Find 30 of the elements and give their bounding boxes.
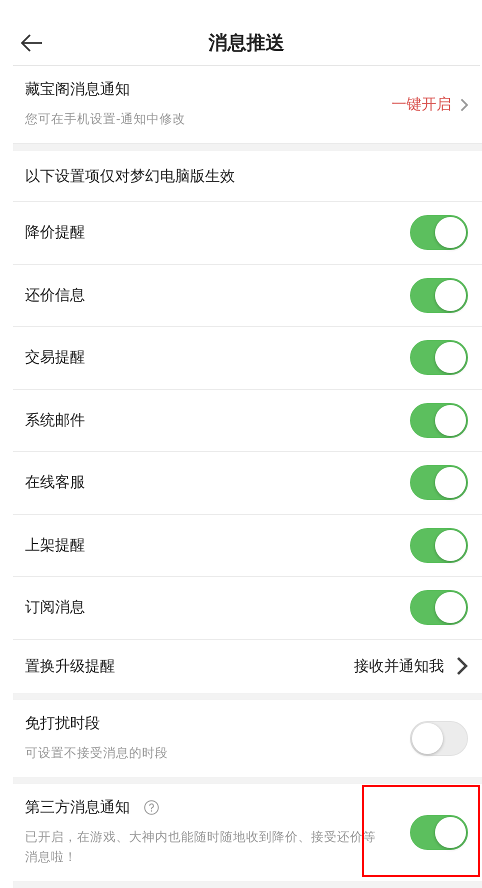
setting-title: 免打扰时段 [25,714,100,732]
setting-label: 系统邮件 [25,410,85,430]
setting-title: 第三方消息通知 [25,798,130,816]
setting-label: 置换升级提醒 [25,656,115,676]
toggle-switch[interactable] [410,814,468,850]
setting-description: 您可在手机设置-通知中修改 [25,110,186,128]
setting-value-link[interactable]: 接收并通知我 [354,656,468,676]
setting-description: 可设置不接受消息的时段 [25,744,168,762]
setting-label: 订阅消息 [25,598,85,618]
setting-label: 降价提醒 [25,223,85,242]
toggle-switch[interactable] [410,215,468,250]
toggle-switch[interactable] [410,590,468,626]
help-icon[interactable] [144,800,159,814]
toggle-switch[interactable] [410,278,468,313]
setting-label: 上架提醒 [25,536,85,555]
setting-label: 还价信息 [25,286,85,305]
enable-link[interactable]: 一键开启 [392,95,468,114]
setting-title: 藏宝阁消息通知 [25,80,131,99]
back-arrow-icon[interactable] [21,34,43,52]
chevron-right-icon [460,98,468,112]
setting-description: 已开启，在游戏、大神内也能随时随地收到降价、接受还价等消息啦！ [25,828,377,866]
setting-label: 在线客服 [25,473,85,492]
toggle-switch[interactable] [410,340,468,376]
toggle-switch[interactable] [410,528,468,563]
toggle-switch[interactable] [410,402,468,438]
chevron-right-icon [456,656,468,676]
section-note: 以下设置项仅对梦幻电脑版生效 [25,166,235,186]
setting-label: 交易提醒 [25,348,85,368]
page-title: 消息推送 [208,30,284,56]
toggle-switch[interactable] [410,465,468,500]
